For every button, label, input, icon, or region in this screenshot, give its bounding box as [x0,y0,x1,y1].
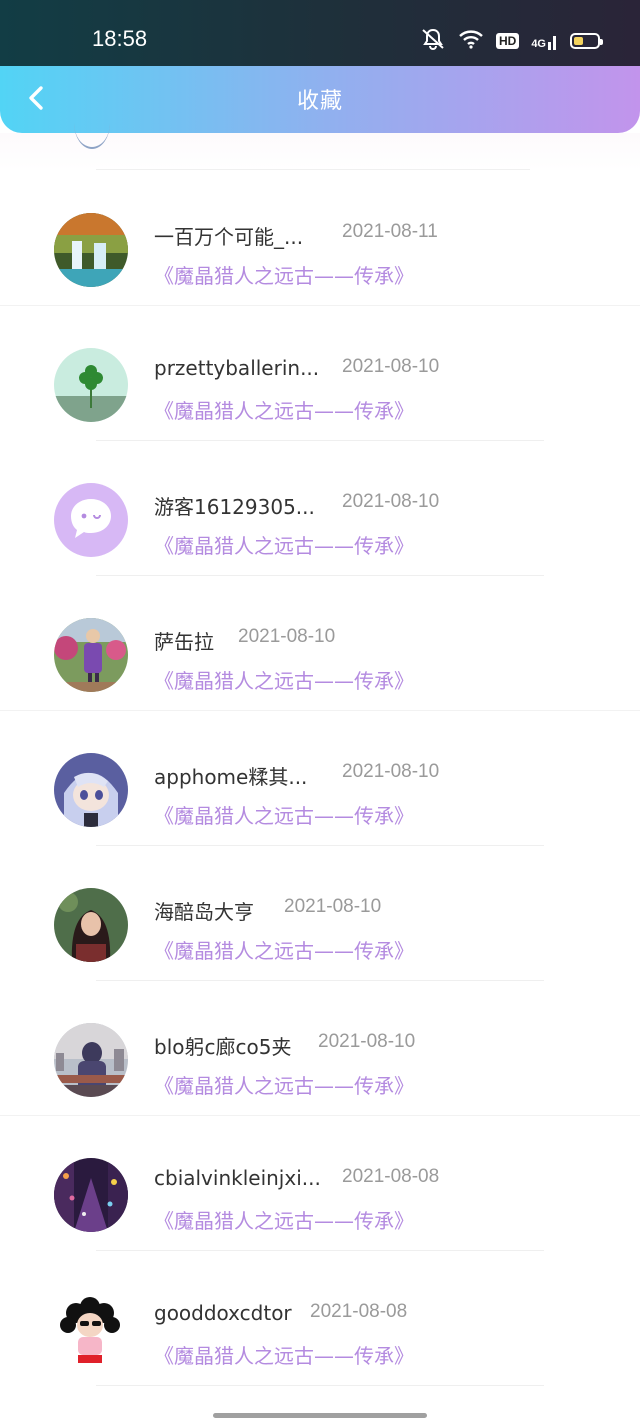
mute-bell-icon [420,28,446,54]
collect-date: 2021-08-08 [310,1301,408,1322]
list-item[interactable]: 游客16129305... 2021-08-10 《魔晶猎人之远古——传承》 [0,441,640,576]
list-item[interactable]: apphome糅其... 2021-08-10 《魔晶猎人之远古——传承》 [0,711,640,846]
user-name: 一百万个可能_... [154,225,304,249]
avatar[interactable] [54,213,128,287]
book-title[interactable]: 《魔晶猎人之远古——传承》 [154,1070,414,1099]
user-name: blo躬c廊co5夹 [154,1035,292,1059]
avatar[interactable] [54,1158,128,1232]
avatar[interactable] [54,888,128,962]
list-item[interactable]: blo躬c廊co5夹 2021-08-10 《魔晶猎人之远古——传承》 [0,981,640,1116]
user-name: apphome糅其... [154,765,308,789]
signal-4g-icon: 4G [531,32,558,50]
book-title[interactable]: 《魔晶猎人之远古——传承》 [154,665,414,694]
hd-badge: HD [495,33,520,49]
collect-date: 2021-08-10 [318,1031,416,1052]
avatar[interactable] [54,618,128,692]
avatar[interactable] [54,483,128,557]
user-name: gooddoxcdtor [154,1301,292,1325]
user-name: cbialvinkleinjxi... [154,1166,321,1190]
book-title[interactable]: 《魔晶猎人之远古——传承》 [154,935,414,964]
collect-date: 2021-08-10 [238,626,336,647]
status-icons: HD 4G [420,28,603,54]
divider [96,169,530,170]
list-item[interactable]: 萨缶拉 2021-08-10 《魔晶猎人之远古——传承》 [0,576,640,711]
book-title[interactable]: 《魔晶猎人之远古——传承》 [154,395,414,424]
book-title[interactable]: 《魔晶猎人之远古——传承》 [154,800,414,829]
book-title[interactable]: 《魔晶猎人之远古——传承》 [154,260,414,289]
book-title[interactable]: 《魔晶猎人之远古——传承》 [154,1205,414,1234]
wifi-icon [458,29,484,53]
favorites-list: 一百万个可能_... 2021-08-11 《魔晶猎人之远古——传承》 prze… [0,133,640,1386]
home-indicator[interactable] [213,1413,427,1418]
collect-date: 2021-08-10 [342,761,440,782]
status-time: 18:58 [92,26,148,51]
divider [96,1385,544,1386]
user-name: 萨缶拉 [154,630,214,654]
battery-icon [570,33,603,49]
collect-date: 2021-08-10 [342,491,440,512]
user-name: 游客16129305... [154,495,315,519]
user-name: przettyballerin... [154,356,320,380]
user-name: 海醅岛大亨 [154,900,254,924]
avatar[interactable] [54,1293,128,1367]
collect-date: 2021-08-08 [342,1166,440,1187]
status-bar: 18:58 HD 4G [0,0,640,66]
collect-date: 2021-08-10 [284,896,382,917]
avatar[interactable] [54,348,128,422]
list-item[interactable]: 海醅岛大亨 2021-08-10 《魔晶猎人之远古——传承》 [0,846,640,981]
list-item[interactable]: przettyballerin... 2021-08-10 《魔晶猎人之远古——… [0,306,640,441]
book-title[interactable]: 《魔晶猎人之远古——传承》 [154,1340,414,1369]
list-item[interactable]: 一百万个可能_... 2021-08-11 《魔晶猎人之远古——传承》 [0,171,640,306]
avatar [74,97,110,149]
list-item[interactable]: cbialvinkleinjxi... 2021-08-08 《魔晶猎人之远古—… [0,1116,640,1251]
network-label: 4G [531,38,546,50]
collect-date: 2021-08-11 [342,221,438,242]
list-item-partial[interactable] [0,133,640,171]
avatar[interactable] [54,1023,128,1097]
avatar[interactable] [54,753,128,827]
book-title[interactable]: 《魔晶猎人之远古——传承》 [154,530,414,559]
list-item[interactable]: gooddoxcdtor 2021-08-08 《魔晶猎人之远古——传承》 [0,1251,640,1386]
collect-date: 2021-08-10 [342,356,440,377]
